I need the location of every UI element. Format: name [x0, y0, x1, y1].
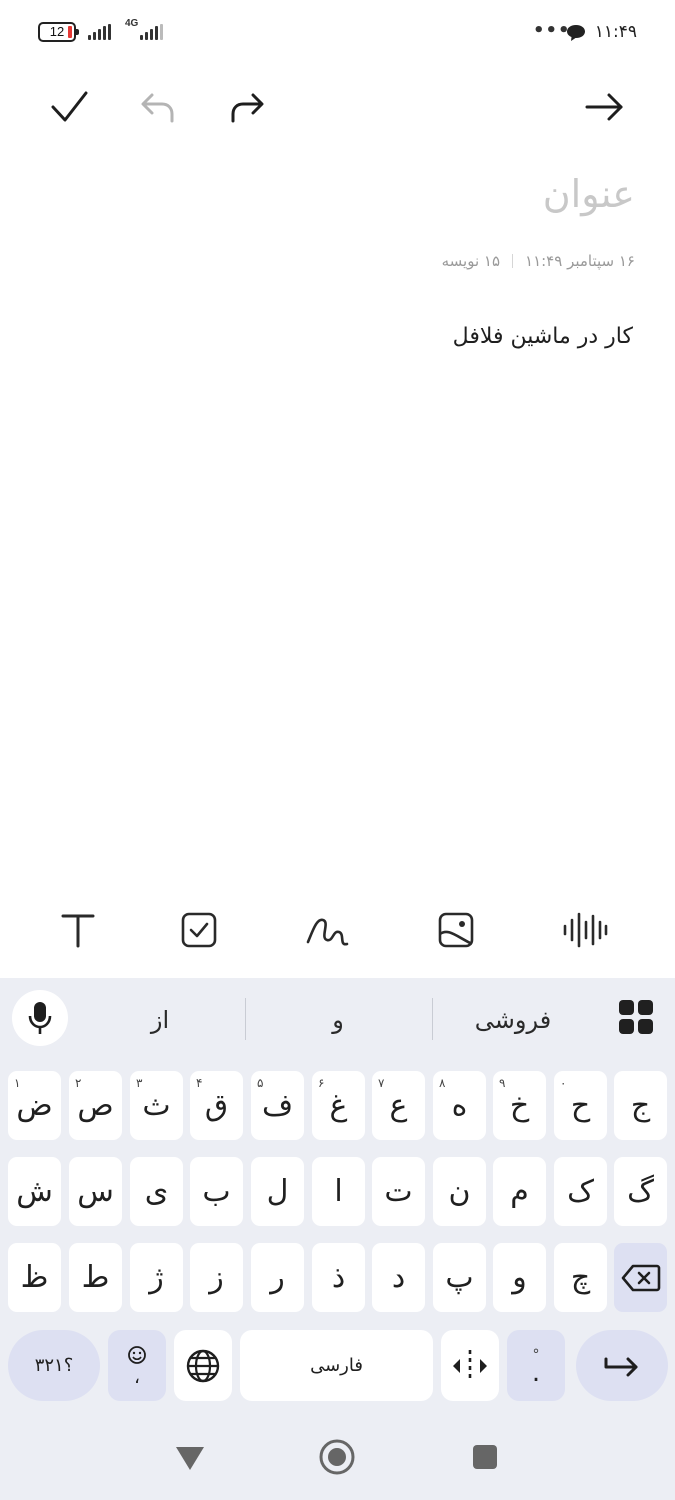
key[interactable]: ۳ث: [130, 1071, 183, 1140]
keyboard-menu-grid-icon[interactable]: [619, 1000, 653, 1034]
language-switch-key[interactable]: [174, 1330, 232, 1401]
period-key[interactable]: ° .: [507, 1330, 565, 1401]
key[interactable]: س: [69, 1157, 122, 1226]
meta-divider: [512, 254, 514, 268]
voice-waveform-icon[interactable]: [555, 903, 615, 957]
emoji-comma-key[interactable]: ،: [108, 1330, 166, 1401]
home-circle-icon[interactable]: [312, 1432, 362, 1482]
format-toolbar: [0, 893, 675, 968]
enter-key[interactable]: [576, 1330, 668, 1401]
key[interactable]: ط: [69, 1243, 122, 1312]
key[interactable]: ۸ه: [433, 1071, 486, 1140]
key[interactable]: ش: [8, 1157, 61, 1226]
key[interactable]: ب: [190, 1157, 243, 1226]
backspace-key[interactable]: [614, 1243, 667, 1312]
note-body-text[interactable]: کار در ماشین فلافل: [453, 324, 633, 349]
more-notifications-icon: •••: [533, 20, 571, 41]
note-char-count: ۱۵ نویسه: [441, 252, 501, 270]
key[interactable]: ی: [130, 1157, 183, 1226]
redo-icon[interactable]: [222, 82, 272, 132]
key[interactable]: ظ: [8, 1243, 61, 1312]
key[interactable]: ن: [433, 1157, 486, 1226]
signal-icon-2: [140, 24, 163, 40]
recents-square-icon[interactable]: [460, 1432, 510, 1482]
key[interactable]: ل: [251, 1157, 304, 1226]
navigation-bar: [0, 1412, 675, 1500]
check-icon[interactable]: [44, 82, 94, 132]
key[interactable]: د: [372, 1243, 425, 1312]
status-bar: 12 4G ••• ۱۱:۴۹: [0, 0, 675, 64]
cursor-move-icon: [453, 1349, 487, 1382]
back-triangle-icon[interactable]: [165, 1432, 215, 1482]
period-label: .: [531, 1357, 541, 1388]
space-key[interactable]: فارسی: [240, 1330, 433, 1401]
key[interactable]: ۰ح: [554, 1071, 607, 1140]
key[interactable]: ت: [372, 1157, 425, 1226]
key[interactable]: ز: [190, 1243, 243, 1312]
key[interactable]: ج: [614, 1071, 667, 1140]
suggestion-bar: از و فروشی: [0, 978, 675, 1062]
numbers-key[interactable]: ؟۳۲۱: [8, 1330, 100, 1401]
key[interactable]: پ: [433, 1243, 486, 1312]
suggestion-3[interactable]: فروشی: [450, 1000, 576, 1040]
arrow-right-icon[interactable]: [580, 82, 630, 132]
enter-arrow-icon: [604, 1357, 638, 1376]
cursor-move-key[interactable]: [441, 1330, 499, 1401]
emoji-icon: [128, 1345, 146, 1364]
signal-icon: [88, 24, 111, 40]
key[interactable]: ر: [251, 1243, 304, 1312]
key[interactable]: م: [493, 1157, 546, 1226]
microphone-icon[interactable]: [12, 990, 68, 1046]
key[interactable]: ۹خ: [493, 1071, 546, 1140]
suggestion-2[interactable]: و: [278, 1000, 398, 1040]
key[interactable]: چ: [554, 1243, 607, 1312]
key[interactable]: ذ: [312, 1243, 365, 1312]
status-time: ۱۱:۴۹: [594, 22, 637, 42]
suggestion-1[interactable]: از: [100, 1000, 220, 1040]
chat-notification-icon: [566, 24, 586, 46]
comma-label: ،: [134, 1366, 140, 1388]
key[interactable]: ژ: [130, 1243, 183, 1312]
text-format-icon[interactable]: [48, 903, 108, 957]
battery-icon: 12: [38, 22, 79, 42]
battery-level: 12: [49, 24, 65, 39]
key[interactable]: ۵ف: [251, 1071, 304, 1140]
key[interactable]: ۶غ: [312, 1071, 365, 1140]
key[interactable]: ک: [554, 1157, 607, 1226]
note-date: ۱۶ سپتامبر ۱۱:۴۹: [525, 252, 635, 270]
note-title-input[interactable]: عنوان: [543, 172, 635, 216]
key[interactable]: ۲ص: [69, 1071, 122, 1140]
key[interactable]: ۱ض: [8, 1071, 61, 1140]
backspace-icon: [621, 1264, 660, 1291]
key[interactable]: و: [493, 1243, 546, 1312]
key[interactable]: گ: [614, 1157, 667, 1226]
undo-icon[interactable]: [133, 82, 183, 132]
key[interactable]: ا: [312, 1157, 365, 1226]
handwriting-icon[interactable]: [297, 903, 357, 957]
key[interactable]: ۷ع: [372, 1071, 425, 1140]
checkbox-icon[interactable]: [169, 903, 229, 957]
network-type-label: 4G: [125, 18, 139, 29]
key[interactable]: ۴ق: [190, 1071, 243, 1140]
globe-icon: [186, 1349, 220, 1382]
note-meta: ۱۶ سپتامبر ۱۱:۴۹ ۱۵ نویسه: [442, 252, 635, 270]
image-icon[interactable]: [426, 903, 486, 957]
